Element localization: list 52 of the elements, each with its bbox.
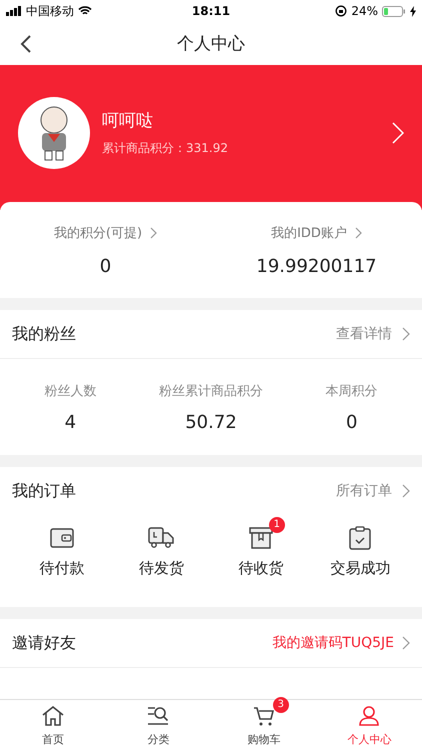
order-status-button[interactable]: 1 待收货 (211, 515, 310, 607)
wallet-icon (50, 528, 74, 548)
chevron-icon (354, 226, 362, 238)
order-status-button[interactable]: 待发货 (112, 515, 211, 607)
carrier-name: 中国移动 (26, 2, 74, 20)
signal-icon (6, 6, 22, 16)
details-link[interactable]: 查看详情 (336, 325, 410, 343)
cart-icon (252, 706, 275, 726)
stat-label: 粉丝累计商品积分 (159, 382, 263, 400)
user-icon (358, 706, 380, 726)
truck-icon (148, 527, 174, 549)
search-list-icon (147, 706, 170, 726)
account-value: 0 (100, 256, 112, 276)
account-link[interactable]: 我的积分(可提) (54, 224, 158, 242)
count-badge: 1 (268, 517, 285, 533)
tab-bar-item[interactable]: 3 购物车 (211, 700, 316, 750)
wifi-icon (78, 6, 92, 16)
account-link[interactable]: 我的IDD账户 (271, 224, 362, 242)
count-badge: 3 (272, 697, 289, 713)
battery-percent: 24% (351, 4, 378, 18)
charging-icon (410, 6, 416, 16)
tab-bar-item[interactable]: 个人中心 (316, 700, 422, 750)
section-title: 我的粉丝 (12, 324, 76, 344)
rotation-lock-icon (335, 5, 348, 17)
box-icon (248, 527, 273, 549)
section-title: 我的订单 (12, 480, 76, 502)
chevron-icon (402, 484, 410, 498)
stat-label: 粉丝人数 (44, 382, 96, 400)
clipboard-check-icon (349, 526, 372, 550)
page-title: 个人中心 (177, 33, 245, 55)
all-orders-link[interactable]: 所有订单 (336, 482, 410, 500)
order-status-button[interactable]: 交易成功 (310, 515, 410, 607)
chevron-icon (402, 327, 410, 341)
user-name: 呵呵哒 (102, 110, 154, 132)
invite-code-link[interactable]: 我的邀请码TUQ5JE (272, 634, 410, 652)
tab-bar-item[interactable]: 分类 (106, 700, 211, 750)
chevron-icon (392, 122, 404, 144)
points-total: 累计商品积分：331.92 (102, 140, 229, 156)
chevron-icon (150, 226, 158, 238)
stat-value: 50.72 (185, 412, 237, 432)
tab-bar-item[interactable]: 首页 (0, 700, 106, 750)
profile-banner[interactable]: 呵呵哒 累计商品积分：331.92 (0, 65, 422, 210)
status-time: 18:11 (192, 4, 230, 18)
chevron-icon (402, 636, 410, 650)
home-icon (42, 706, 64, 726)
row-title: 邀请好友 (12, 632, 76, 654)
stat-value: 0 (346, 412, 358, 432)
order-status-button[interactable]: 待付款 (12, 515, 112, 607)
account-value: 19.99200117 (256, 256, 377, 276)
battery-icon (382, 6, 406, 16)
stat-label: 本周积分 (326, 382, 378, 400)
stat-value: 4 (64, 412, 76, 432)
